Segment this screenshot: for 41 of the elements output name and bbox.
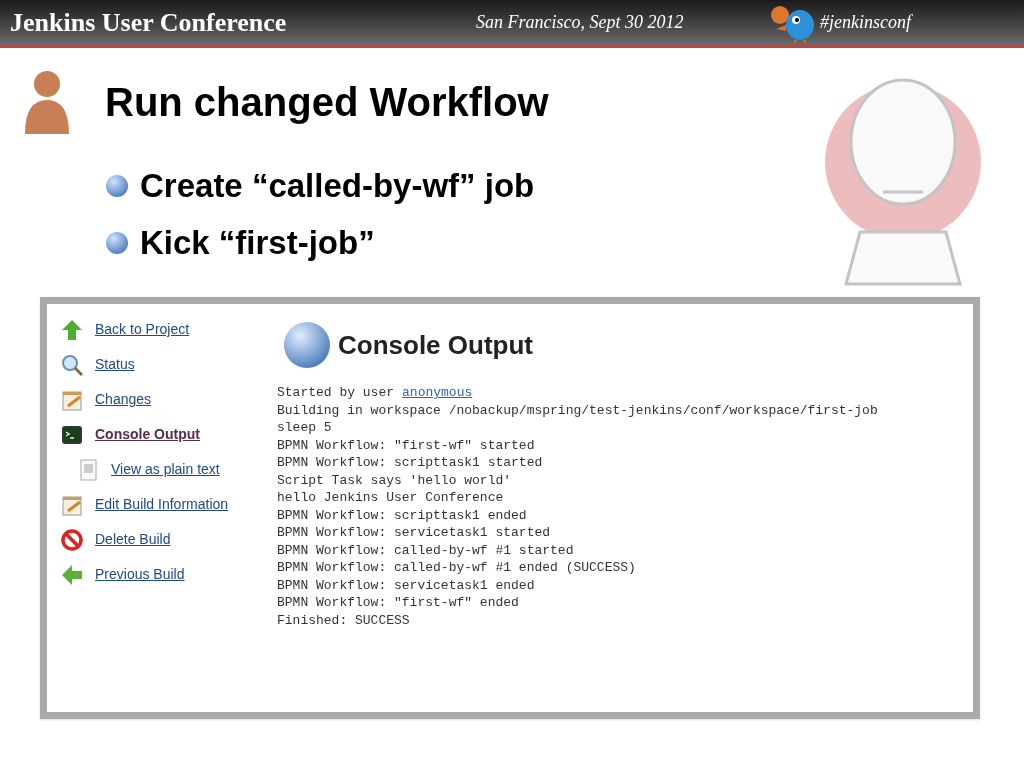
console-line: BPMN Workflow: called-by-wf #1 ended (SUCCESS): [277, 559, 637, 577]
bullet-text: Create “called-by-wf” job: [140, 166, 535, 205]
prohibited-icon: [61, 528, 83, 551]
conference-title: Jenkins User Conference: [10, 7, 288, 39]
console-line: sleep 5: [277, 419, 333, 437]
hashtag: #jenkinsconf: [820, 11, 911, 34]
slide-title: Run changed Workflow: [105, 79, 549, 126]
notepad-icon: [61, 388, 83, 411]
console-line: Script Task says 'hello world': [277, 471, 513, 489]
sidebar-link[interactable]: Status: [95, 354, 135, 375]
console-line: BPMN Workflow: "first-wf" started: [277, 436, 536, 454]
place-date: San Francisco, Sept 30 2012: [476, 11, 685, 34]
up-arrow-icon: [61, 318, 83, 341]
bullet-icon: [106, 174, 128, 197]
console-line: Started by user: [277, 384, 395, 402]
sidebar-link[interactable]: Back to Project: [95, 319, 190, 340]
console-line: BPMN Workflow: scripttask1 ended: [277, 506, 528, 524]
console-line: BPMN Workflow: called-by-wf #1 started: [277, 541, 575, 559]
sidebar-link[interactable]: View as plain text: [111, 459, 220, 480]
console-line: Building in workspace /nobackup/mspring/test-jenkins/conf/workspace/first-job: [277, 401, 878, 419]
bullet-text: Kick “first-job”: [140, 223, 375, 262]
console-line: BPMN Workflow: servicetask1 ended: [277, 576, 536, 594]
console-line: BPMN Workflow: servicetask1 started: [277, 524, 552, 542]
sidebar-link[interactable]: Delete Build: [95, 529, 171, 550]
left-arrow-icon: [61, 563, 83, 586]
person-icon: [22, 68, 72, 134]
console-line: Finished: SUCCESS: [277, 611, 411, 629]
console-line: BPMN Workflow: scripttask1 started: [277, 454, 544, 472]
user-link[interactable]: anonymous: [402, 384, 473, 402]
search-icon: [61, 353, 83, 376]
sidebar-link[interactable]: Changes: [95, 389, 152, 410]
document-icon: [77, 458, 99, 481]
notepad-icon: [61, 493, 83, 516]
bullet-icon: [106, 231, 128, 254]
terminal-icon: [61, 423, 83, 446]
page-heading: Console Output: [338, 328, 533, 362]
sidebar-link[interactable]: Previous Build: [95, 564, 185, 585]
console-line: hello Jenkins User Conference: [277, 489, 505, 507]
console-line: BPMN Workflow: "first-wf" ended: [277, 594, 520, 612]
sidebar-link[interactable]: Edit Build Information: [95, 494, 229, 515]
sidebar-link[interactable]: Console Output: [95, 424, 200, 445]
